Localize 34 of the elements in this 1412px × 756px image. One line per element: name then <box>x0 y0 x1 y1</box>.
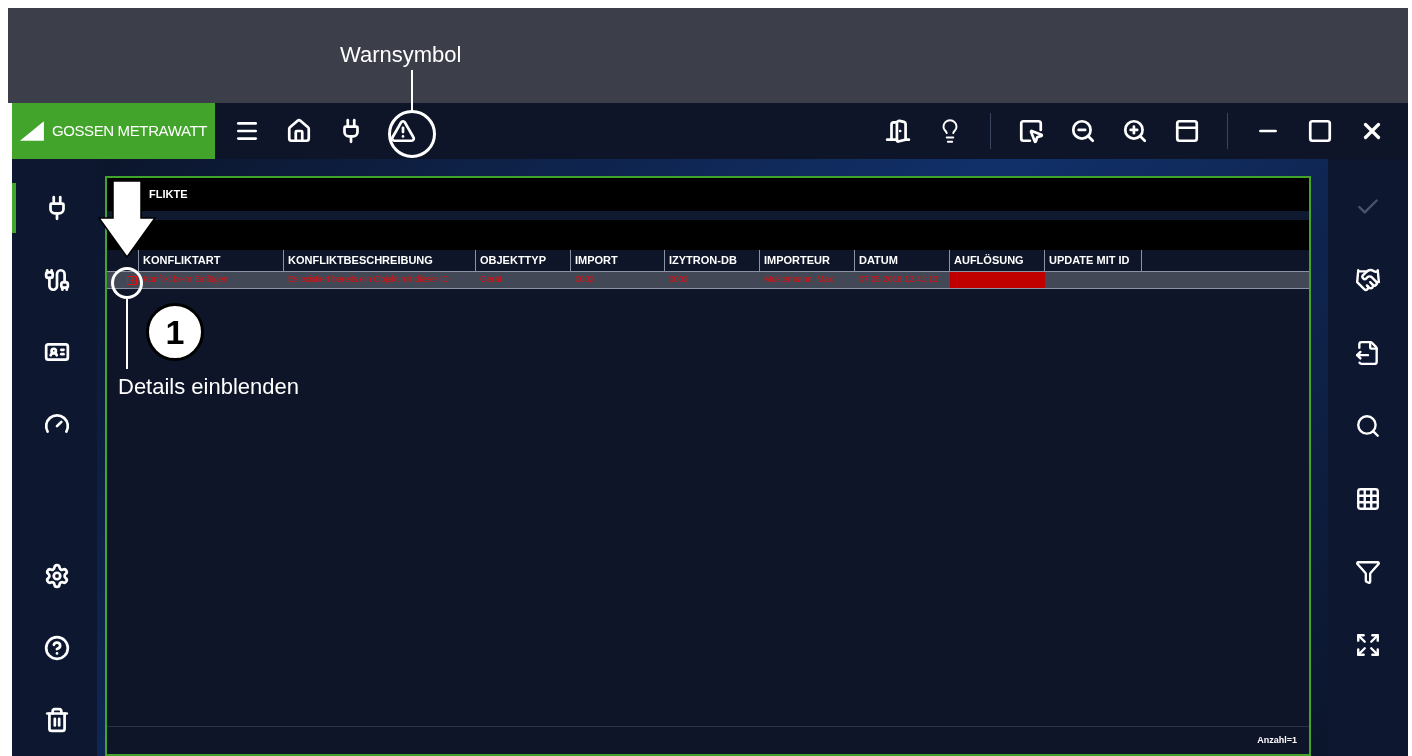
panel-title: FLIKTE <box>149 187 188 203</box>
column-header[interactable]: IMPORTEUR <box>760 250 855 271</box>
file-export-icon <box>1355 340 1381 366</box>
expand-icon <box>1355 632 1381 658</box>
search-icon <box>1355 413 1381 439</box>
column-header[interactable]: IMPORT <box>571 250 665 271</box>
table-cell-text: Mustermann, Max <box>763 273 835 287</box>
leader-line <box>411 70 413 112</box>
column-header[interactable]: KONFLIKTART <box>139 250 284 271</box>
filter-icon <box>1355 559 1381 585</box>
count-label: Anzahl=1 <box>1257 733 1297 747</box>
column-header[interactable]: OBJEKTTYP <box>476 250 571 271</box>
column-header[interactable]: KONFLIKTBESCHREIBUNG <box>284 250 476 271</box>
trash-icon <box>43 707 70 733</box>
table-cell-text: 07.05.2018 13:41:13 <box>858 273 939 287</box>
column-header[interactable]: IZYTRON-DB <box>665 250 760 271</box>
table-cell-text: Konflikt beim Einfügen <box>142 273 230 287</box>
column-header[interactable]: DATUM <box>855 250 950 271</box>
table-cell-text: Es existiert bereits ein Objekt mit dieser ID. <box>287 273 452 287</box>
table-cell-text: 0002 <box>668 273 690 287</box>
logo-text: GOSSEN METRAWATT <box>51 120 207 141</box>
leader-line <box>126 299 128 369</box>
expand-toggle[interactable] <box>125 275 139 285</box>
warning-callout-label: Warnsymbol <box>340 41 462 69</box>
column-header[interactable]: AUFLÖSUNG <box>950 250 1045 271</box>
column-header[interactable]: UPDATE MIT ID <box>1045 250 1142 271</box>
grid-icon <box>1355 486 1381 512</box>
cable-icon <box>43 267 70 293</box>
handshake-icon <box>1355 267 1381 293</box>
table-cell-text: 0002 <box>574 273 596 287</box>
details-callout-label: Details einblenden <box>118 373 300 401</box>
settings-icon <box>43 563 70 589</box>
table-cell-text: Gerät <box>479 273 503 287</box>
help-icon <box>43 635 70 661</box>
